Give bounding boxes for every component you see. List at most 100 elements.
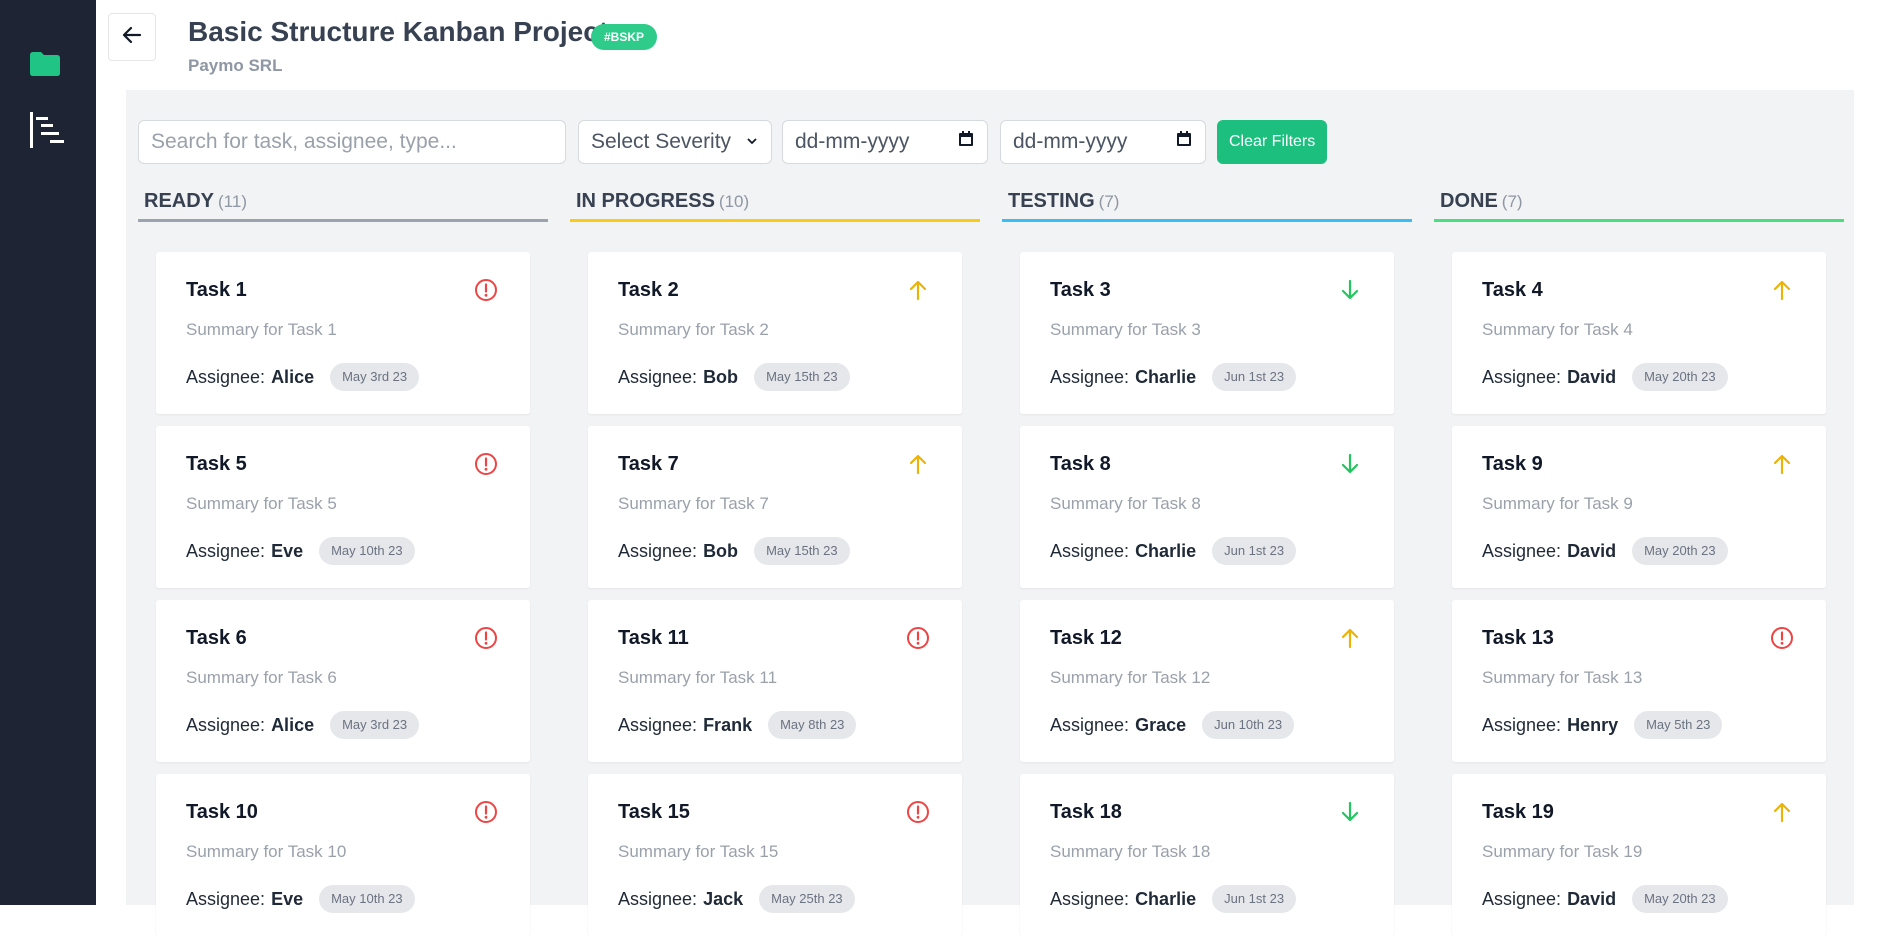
assignee-name: Bob [703,540,739,561]
task-card[interactable]: Task 4 Summary for Task 4 Assignee: David Ma… [1452,252,1826,414]
assignee-label: Assignee: [1050,540,1130,561]
task-assignee-row: Assignee: Eve May 10th 23 [186,537,415,565]
column-header-testing: TESTING (7) [1002,188,1412,222]
column-header-in-progress: IN PROGRESS (10) [570,188,980,222]
column-count: (10) [718,192,750,211]
due-date-badge: May 15th 23 [754,363,850,391]
company-name: Paymo SRL [188,56,283,75]
assignee-label: Assignee: [618,540,698,561]
task-card[interactable]: Task 5 Summary for Task 5 Assignee: Eve May … [156,426,530,588]
task-title: Task 10 [186,801,258,823]
due-date-badge: Jun 10th 23 [1202,711,1295,739]
task-card[interactable]: Task 2 Summary for Task 2 Assignee: Bob May … [588,252,962,414]
task-summary: Summary for Task 2 [618,320,769,339]
arrow-up-icon [1338,626,1362,655]
assignee-label: Assignee: [1050,714,1130,735]
task-summary: Summary for Task 10 [186,842,347,861]
task-summary: Summary for Task 9 [1482,494,1633,513]
task-title: Task 13 [1482,627,1554,649]
due-date-badge: May 10th 23 [319,885,415,913]
task-card[interactable]: Task 9 Summary for Task 9 Assignee: David Ma… [1452,426,1826,588]
column-title: TESTING [1008,190,1095,212]
task-assignee-row: Assignee: Bob May 15th 23 [618,537,850,565]
calendar-icon[interactable] [1175,130,1193,154]
task-card[interactable]: Task 3 Summary for Task 3 Assignee: Charlie… [1020,252,1394,414]
back-button[interactable] [108,13,156,61]
task-assignee-row: Assignee: Frank May 8th 23 [618,711,857,739]
assignee-label: Assignee: [618,888,698,909]
task-assignee-row: Assignee: Charlie Jun 1st 23 [1050,363,1297,391]
task-title: Task 6 [186,627,247,649]
folder-icon[interactable] [30,52,60,81]
task-card[interactable]: Task 8 Summary for Task 8 Assignee: Charlie… [1020,426,1394,588]
task-card[interactable]: Task 13 Summary for Task 13 Assignee: Henry… [1452,600,1826,762]
arrow-down-icon [1338,278,1362,307]
task-summary: Summary for Task 19 [1482,842,1643,861]
date-from-input[interactable]: dd-mm-yyyy [782,120,988,164]
task-card[interactable]: Task 19 Summary for Task 19 Assignee: David… [1452,774,1826,936]
task-card[interactable]: Task 15 Summary for Task 15 Assignee: Jack M… [588,774,962,936]
kanban-board: Search for task, assignee, type... Selec… [126,90,1854,936]
due-date-badge: May 20th 23 [1632,363,1728,391]
date-to-placeholder: dd-mm-yyyy [1013,130,1128,153]
assignee-name: Charlie [1135,366,1197,387]
assignee-label: Assignee: [1050,366,1130,387]
assignee-name: Bob [703,366,739,387]
due-date-badge: May 20th 23 [1632,537,1728,565]
task-summary: Summary for Task 8 [1050,494,1201,513]
task-assignee-row: Assignee: David May 20th 23 [1482,885,1728,913]
due-date-badge: May 8th 23 [768,711,857,739]
assignee-label: Assignee: [1482,366,1562,387]
arrow-up-icon [906,452,930,481]
task-title: Task 11 [618,627,689,649]
task-card[interactable]: Task 1 Summary for Task 1 Assignee: Alice Ma… [156,252,530,414]
date-to-input[interactable]: dd-mm-yyyy [1000,120,1206,164]
task-card[interactable]: Task 12 Summary for Task 12 Assignee: Grace… [1020,600,1394,762]
arrow-down-icon [1338,452,1362,481]
task-title: Task 4 [1482,279,1543,301]
task-card[interactable]: Task 10 Summary for Task 10 Assignee: Eve Ma… [156,774,530,936]
severity-select[interactable]: Select Severity [578,120,772,164]
task-summary: Summary for Task 7 [618,494,769,513]
date-from-placeholder: dd-mm-yyyy [795,130,910,153]
assignee-name: Jack [703,888,744,909]
task-title: Task 5 [186,453,247,475]
task-assignee-row: Assignee: Bob May 15th 23 [618,363,850,391]
clear-filters-button[interactable]: Clear Filters [1217,120,1328,164]
task-title: Task 1 [186,279,247,301]
assignee-name: Alice [271,366,315,387]
due-date-badge: May 3rd 23 [330,363,420,391]
column-count: (7) [1501,192,1523,211]
due-date-badge: May 5th 23 [1634,711,1723,739]
gantt-icon[interactable] [30,112,66,153]
assignee-name: Grace [1135,714,1187,735]
task-assignee-row: Assignee: David May 20th 23 [1482,363,1728,391]
assignee-name: David [1567,540,1617,561]
task-card[interactable]: Task 6 Summary for Task 6 Assignee: Alice Ma… [156,600,530,762]
alert-circle-icon [1770,626,1794,655]
due-date-badge: May 20th 23 [1632,885,1728,913]
task-title: Task 19 [1482,801,1554,823]
task-card[interactable]: Task 11 Summary for Task 11 Assignee: Frank… [588,600,962,762]
assignee-label: Assignee: [1482,888,1562,909]
task-summary: Summary for Task 18 [1050,842,1211,861]
task-summary: Summary for Task 5 [186,494,337,513]
search-input[interactable]: Search for task, assignee, type... [138,120,566,164]
alert-circle-icon [474,800,498,829]
assignee-label: Assignee: [186,888,266,909]
arrow-left-icon [121,24,143,51]
assignee-name: Eve [271,540,304,561]
calendar-icon[interactable] [957,130,975,154]
task-card[interactable]: Task 18 Summary for Task 18 Assignee: Charl… [1020,774,1394,936]
assignee-name: Charlie [1135,540,1197,561]
task-card[interactable]: Task 7 Summary for Task 7 Assignee: Bob May … [588,426,962,588]
alert-circle-icon [474,278,498,307]
arrow-up-icon [1770,452,1794,481]
assignee-label: Assignee: [618,714,698,735]
task-summary: Summary for Task 4 [1482,320,1633,339]
task-title: Task 9 [1482,453,1543,475]
task-assignee-row: Assignee: Eve May 10th 23 [186,885,415,913]
task-assignee-row: Assignee: David May 20th 23 [1482,537,1728,565]
task-title: Task 2 [618,279,679,301]
page-title: Basic Structure Kanban Project [188,16,609,47]
